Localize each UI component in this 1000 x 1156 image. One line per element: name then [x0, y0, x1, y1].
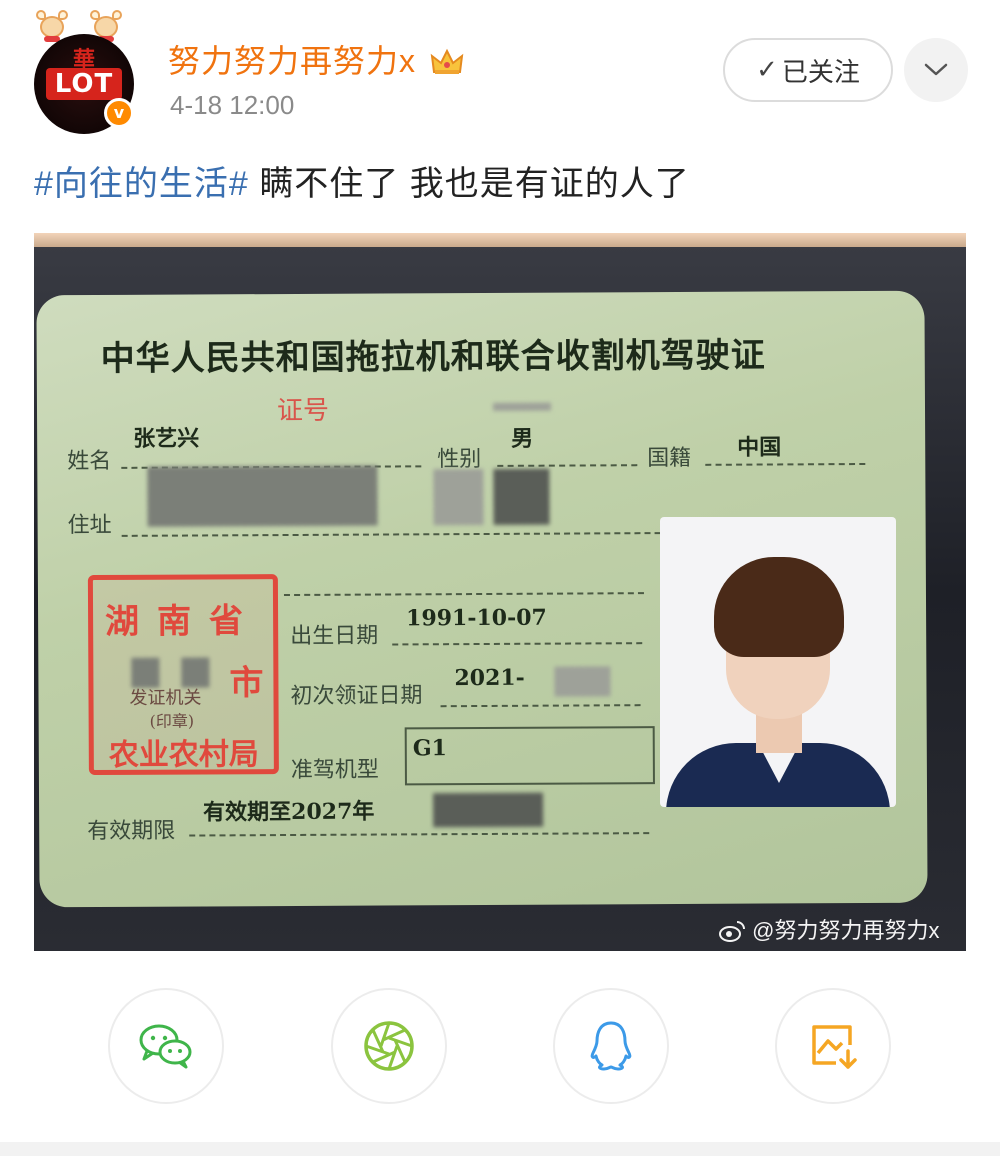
- card-title: 中华人民共和国拖拉机和联合收割机驾驶证: [100, 335, 766, 379]
- name-value: 张艺兴: [133, 425, 200, 452]
- divider: [705, 462, 866, 466]
- post-text: #向往的生活# 瞒不住了 我也是有证的人了: [34, 156, 690, 205]
- save-image-button[interactable]: [775, 988, 891, 1104]
- download-image-icon: [812, 1025, 857, 1069]
- post-header: 華 LOT v 努力努力再努力x 4-18 12:00 ✓ 已关注: [0, 0, 1000, 140]
- divider: [189, 832, 650, 837]
- bottom-divider: [0, 1142, 1000, 1156]
- id-portrait: [660, 517, 896, 807]
- gender-value: 男: [511, 425, 534, 452]
- cert-number-label: 证号: [276, 395, 330, 427]
- hashtag-link[interactable]: #向往的生活#: [34, 165, 249, 203]
- redacted-block: [147, 465, 378, 527]
- redacted-block: [493, 468, 550, 525]
- first-issue-label: 初次领证日期: [290, 683, 423, 710]
- stamp-province: 湖南省: [105, 601, 262, 642]
- divider: [497, 464, 638, 467]
- more-options-button[interactable]: [904, 38, 968, 102]
- nationality-label: 国籍: [647, 445, 692, 472]
- wechat-icon: [139, 1024, 192, 1069]
- avatar-logo-cap: 華: [72, 48, 95, 73]
- first-issue-value: 2021-: [454, 664, 525, 692]
- qq-icon: [590, 1021, 632, 1071]
- official-stamp: 湖南省 市 发证机关 (印章) 农业农村局: [87, 574, 279, 776]
- watermark-text: @努力努力再努力x: [752, 918, 940, 943]
- stamp-issuer: 发证机关: [129, 687, 202, 709]
- check-icon: ✓: [756, 55, 778, 85]
- avatar[interactable]: 華 LOT v: [30, 10, 140, 134]
- redacted-block: [433, 468, 484, 526]
- post-image[interactable]: 中华人民共和国拖拉机和联合收割机驾驶证 证号 姓名 张艺兴 性别 男 国籍 中国…: [34, 233, 966, 951]
- validity-label: 有效期限: [87, 818, 176, 845]
- divider: [392, 642, 643, 646]
- follow-label: 已关注: [781, 57, 860, 88]
- redacted-block: [433, 792, 544, 828]
- follow-button[interactable]: ✓ 已关注: [723, 38, 893, 102]
- stamp-city: 市: [229, 663, 264, 704]
- nationality-value: 中国: [737, 434, 782, 461]
- post-timestamp: 4-18 12:00: [170, 90, 295, 120]
- weibo-watermark: @努力努力再努力x: [718, 913, 939, 945]
- divider: [440, 704, 641, 708]
- share-wechat-button[interactable]: [108, 988, 224, 1104]
- weibo-logo-icon: [718, 920, 746, 942]
- share-row: [0, 988, 1000, 1108]
- crown-icon: [430, 47, 464, 75]
- username[interactable]: 努力努力再努力x: [168, 36, 464, 82]
- redacted-block: [554, 666, 611, 697]
- post-body: 瞒不住了 我也是有证的人了: [248, 165, 690, 203]
- stamp-bureau: 农业农村局: [108, 737, 259, 773]
- address-label: 住址: [67, 512, 112, 539]
- verified-badge-icon: v: [104, 98, 134, 128]
- vehicle-class-label: 准驾机型: [290, 757, 379, 784]
- name-label: 姓名: [67, 448, 112, 475]
- share-qq-button[interactable]: [553, 988, 669, 1104]
- chevron-down-icon: [924, 63, 948, 76]
- username-text: 努力努力再努力x: [168, 43, 417, 79]
- birth-date-value: 1991-10-07: [406, 604, 547, 632]
- sleeve-edge: [34, 233, 966, 247]
- redacted-block: [492, 402, 552, 411]
- birth-date-label: 出生日期: [290, 623, 379, 650]
- vehicle-class-value: G1: [412, 735, 447, 762]
- share-moments-button[interactable]: [331, 988, 447, 1104]
- validity-value: 有效期至2027年: [203, 798, 375, 826]
- divider: [283, 592, 644, 597]
- avatar-logo: LOT: [46, 68, 122, 100]
- stamp-seal-note: (印章): [149, 711, 195, 731]
- moments-icon: [364, 1021, 414, 1071]
